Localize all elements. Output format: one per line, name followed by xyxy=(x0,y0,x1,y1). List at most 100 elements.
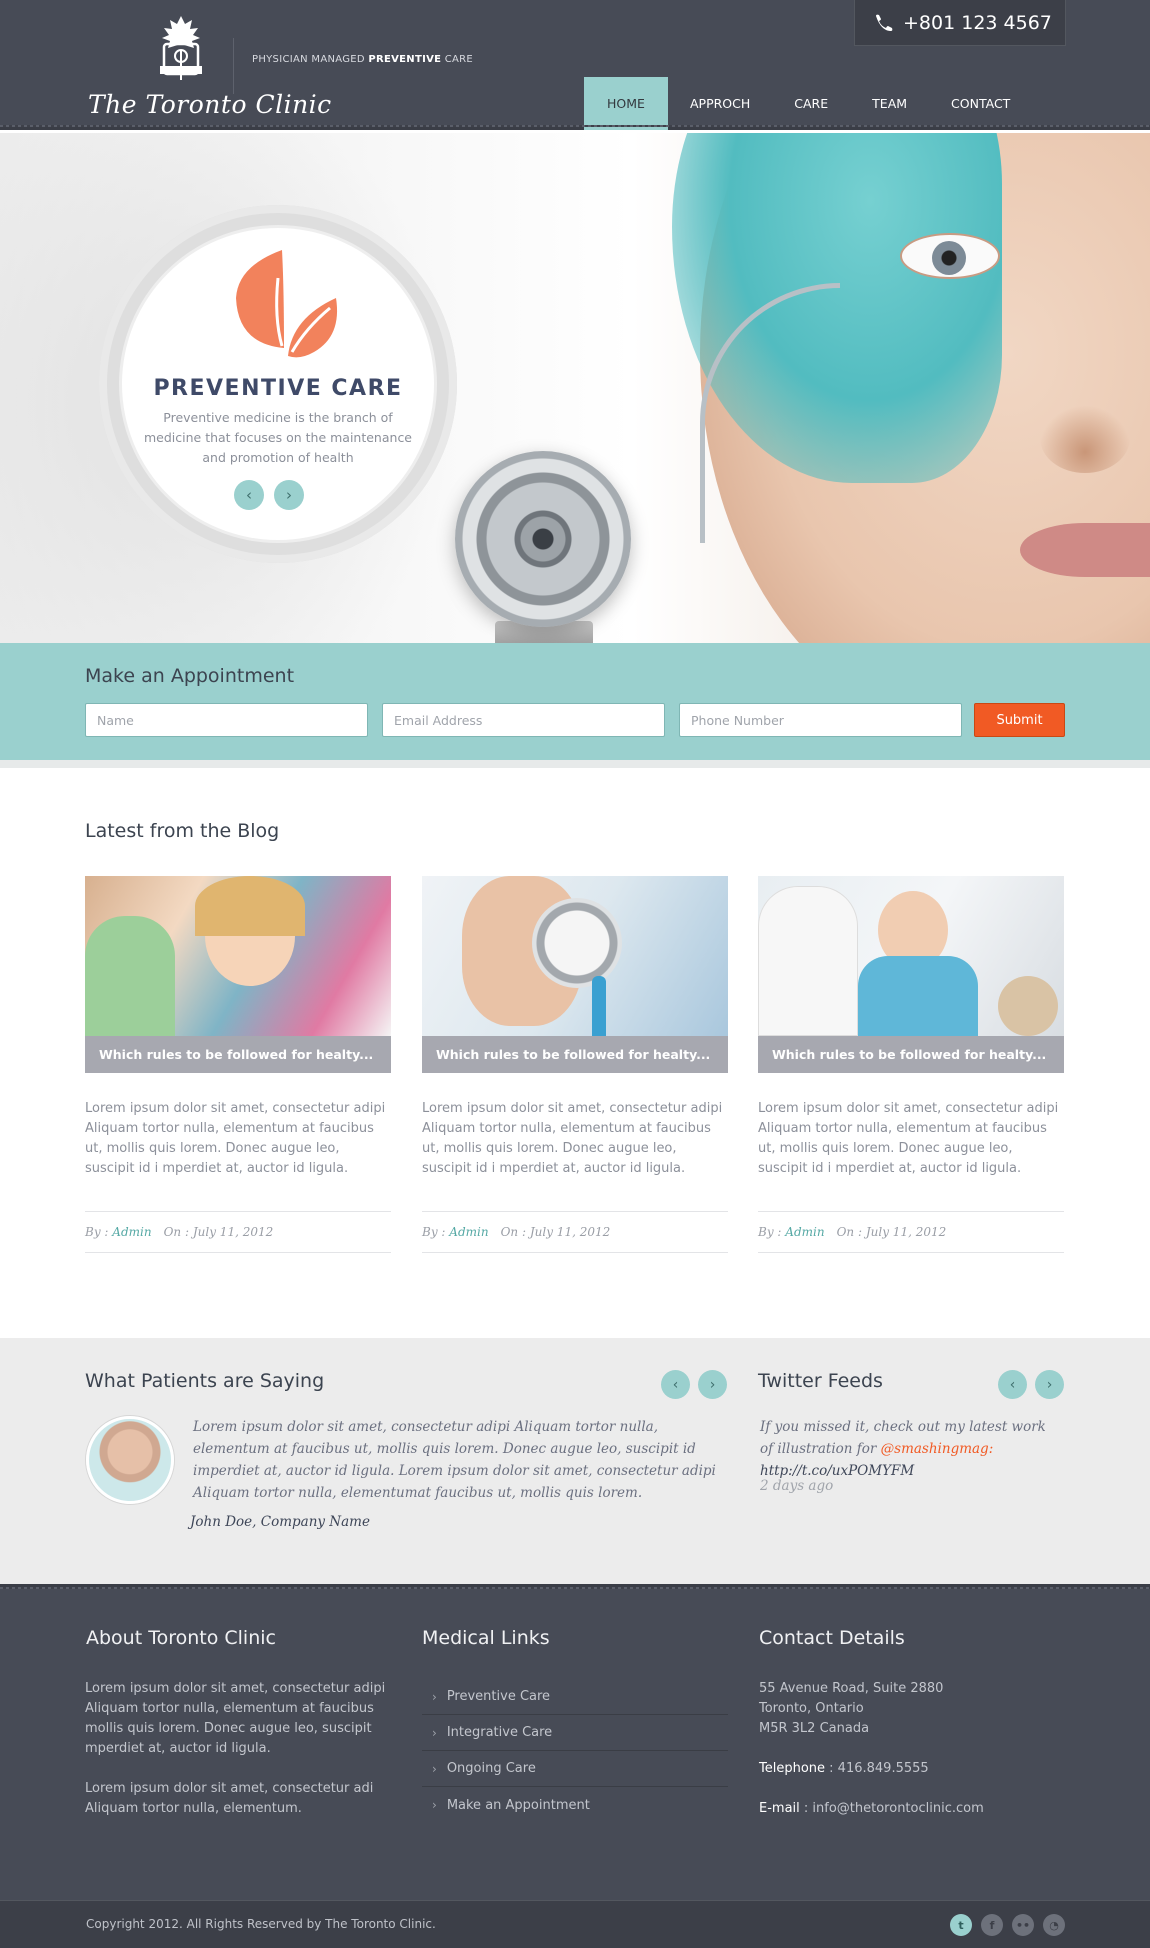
facebook-icon[interactable]: f xyxy=(981,1914,1003,1936)
nav-approch[interactable]: APPROCH xyxy=(668,77,772,130)
blog-caption[interactable]: Which rules to be followed for healty... xyxy=(758,1036,1064,1073)
doctor-figure xyxy=(758,886,858,1036)
copyright-text: Copyright 2012. All Rights Reserved by T… xyxy=(86,1917,436,1931)
about-heading: About Toronto Clinic xyxy=(86,1627,276,1649)
lips-image xyxy=(1020,523,1150,577)
appointment-title: Make an Appointment xyxy=(85,665,295,687)
nav-team[interactable]: TEAM xyxy=(850,77,929,130)
logo-wordmark[interactable]: The Toronto Clinic xyxy=(88,90,332,119)
telephone: Telephone : 416.849.5555 xyxy=(759,1759,929,1779)
about-text-2: Lorem ipsum dolor sit amet, consectetur … xyxy=(85,1781,374,1816)
twitter-prev-button[interactable]: ‹ xyxy=(998,1370,1027,1399)
date-label: On : July 11, 2012 xyxy=(163,1225,274,1239)
address: 55 Avenue Road, Suite 2880 Toronto, Onta… xyxy=(759,1679,943,1739)
blog-image-child[interactable] xyxy=(758,876,1064,1036)
stethoscope-head xyxy=(532,898,622,988)
child-shirt xyxy=(858,956,978,1036)
appointment-bar: Make an Appointment Submit xyxy=(0,643,1150,760)
nav-home[interactable]: HOME xyxy=(584,77,668,130)
date-label: On : July 11, 2012 xyxy=(500,1225,611,1239)
copyright-bar: Copyright 2012. All Rights Reserved by T… xyxy=(0,1900,1150,1948)
twitter-heading: Twitter Feeds xyxy=(758,1370,883,1392)
slide-arrows: ‹ › xyxy=(234,480,304,510)
by-label: By : xyxy=(422,1225,446,1239)
site-footer: About Toronto Clinic Lorem ipsum dolor s… xyxy=(0,1584,1150,1900)
link-make-appointment[interactable]: › Make an Appointment xyxy=(422,1787,728,1823)
nav-contact[interactable]: CONTACT xyxy=(929,77,1032,130)
teddy-bear xyxy=(998,976,1058,1036)
blog-excerpt: Lorem ipsum dolor sit amet, consectetur … xyxy=(758,1101,1059,1176)
telephone-value[interactable]: : 416.849.5555 xyxy=(829,1761,929,1776)
link-ongoing-care[interactable]: › Ongoing Care xyxy=(422,1751,728,1787)
slide-next-button[interactable]: › xyxy=(274,480,304,510)
chevron-right-icon: › xyxy=(432,1689,437,1704)
appointment-shadow xyxy=(0,760,1150,768)
twitter-next-button[interactable]: › xyxy=(1035,1370,1064,1399)
email-value[interactable]: : info@thetorontoclinic.com xyxy=(804,1801,984,1816)
blog-excerpt: Lorem ipsum dolor sit amet, consectetur … xyxy=(85,1101,386,1176)
submit-button[interactable]: Submit xyxy=(974,703,1065,737)
blog-caption[interactable]: Which rules to be followed for healty... xyxy=(85,1036,391,1073)
stethoscope-image xyxy=(455,451,631,627)
patients-next-button[interactable]: › xyxy=(698,1370,727,1399)
contact-heading: Contact Details xyxy=(759,1627,905,1649)
blog-card: Which rules to be followed for healty...… xyxy=(85,876,391,1253)
author-link[interactable]: Admin xyxy=(449,1225,488,1239)
blog-excerpt: Lorem ipsum dolor sit amet, consectetur … xyxy=(422,1101,723,1176)
author-link[interactable]: Admin xyxy=(785,1225,824,1239)
blog-caption[interactable]: Which rules to be followed for healty... xyxy=(422,1036,728,1073)
site-header: The Toronto Clinic Physician managed pre… xyxy=(0,0,1150,130)
chevron-right-icon: › xyxy=(432,1798,437,1812)
nose-shading xyxy=(1040,403,1130,473)
telephone-label: Telephone xyxy=(759,1761,826,1776)
leaf-icon xyxy=(236,250,338,358)
slide-text: Preventive medicine is the branch of med… xyxy=(143,410,413,465)
twitter-icon[interactable]: t xyxy=(950,1914,972,1936)
patients-arrows: ‹ › xyxy=(661,1370,727,1399)
phone-box: +801 123 4567 xyxy=(854,0,1066,46)
twitter-arrows: ‹ › xyxy=(998,1370,1064,1399)
nav-care[interactable]: CARE xyxy=(772,77,850,130)
date-label: On : July 11, 2012 xyxy=(836,1225,947,1239)
patient-avatar xyxy=(86,1416,174,1504)
tweet: If you missed it, check out my latest wo… xyxy=(760,1416,1060,1482)
author-link[interactable]: Admin xyxy=(112,1225,151,1239)
medical-links: › Preventive Care › Integrative Care › Ongo… xyxy=(422,1679,728,1823)
clinic-crest-logo[interactable] xyxy=(150,14,212,90)
link-integrative-care[interactable]: › Integrative Care xyxy=(422,1715,728,1751)
blog-heading: Latest from the Blog xyxy=(85,820,280,842)
address-line: 55 Avenue Road, Suite 2880 xyxy=(759,1681,944,1696)
chevron-right-icon: › xyxy=(432,1761,437,1776)
phone-input[interactable] xyxy=(679,703,962,737)
slide-prev-button[interactable]: ‹ xyxy=(234,480,264,510)
by-label: By : xyxy=(85,1225,109,1239)
by-label: By : xyxy=(758,1225,782,1239)
blog-image-dentist[interactable] xyxy=(85,876,391,1036)
flickr-icon[interactable]: •• xyxy=(1012,1914,1034,1936)
name-input[interactable] xyxy=(85,703,368,737)
logo-divider xyxy=(233,38,234,94)
patient-author: John Doe, Company Name xyxy=(190,1514,370,1530)
blog-meta: By : Admin On : July 11, 2012 xyxy=(758,1211,1064,1253)
tweet-link[interactable]: http://t.co/uxPOMYFM xyxy=(760,1463,914,1479)
tube-image xyxy=(592,976,606,1036)
social-links: t f •• ◔ xyxy=(950,1914,1065,1936)
tweet-time: 2 days ago xyxy=(760,1478,834,1494)
eye-image xyxy=(900,233,1000,279)
blog-image-stethoscope[interactable] xyxy=(422,876,728,1036)
link-preventive-care[interactable]: › Preventive Care xyxy=(422,1679,728,1715)
phone-number: +801 123 4567 xyxy=(903,11,1052,34)
patients-prev-button[interactable]: ‹ xyxy=(661,1370,690,1399)
address-line: M5R 3L2 Canada xyxy=(759,1721,870,1736)
dentist-figure xyxy=(85,916,175,1036)
phone-icon xyxy=(876,14,893,31)
slide-title: PREVENTIVE CARE xyxy=(153,376,403,401)
patient-quote: Lorem ipsum dolor sit amet, consectetur … xyxy=(193,1419,716,1501)
blog-meta: By : Admin On : July 11, 2012 xyxy=(85,1211,391,1253)
main-nav: HOME APPROCH CARE TEAM CONTACT xyxy=(584,77,1032,130)
email-input[interactable] xyxy=(382,703,665,737)
patients-heading: What Patients are Saying xyxy=(85,1370,325,1392)
tweet-mention[interactable]: @smashingmag: xyxy=(881,1441,994,1457)
rss-icon[interactable]: ◔ xyxy=(1043,1914,1065,1936)
links-heading: Medical Links xyxy=(422,1627,550,1649)
